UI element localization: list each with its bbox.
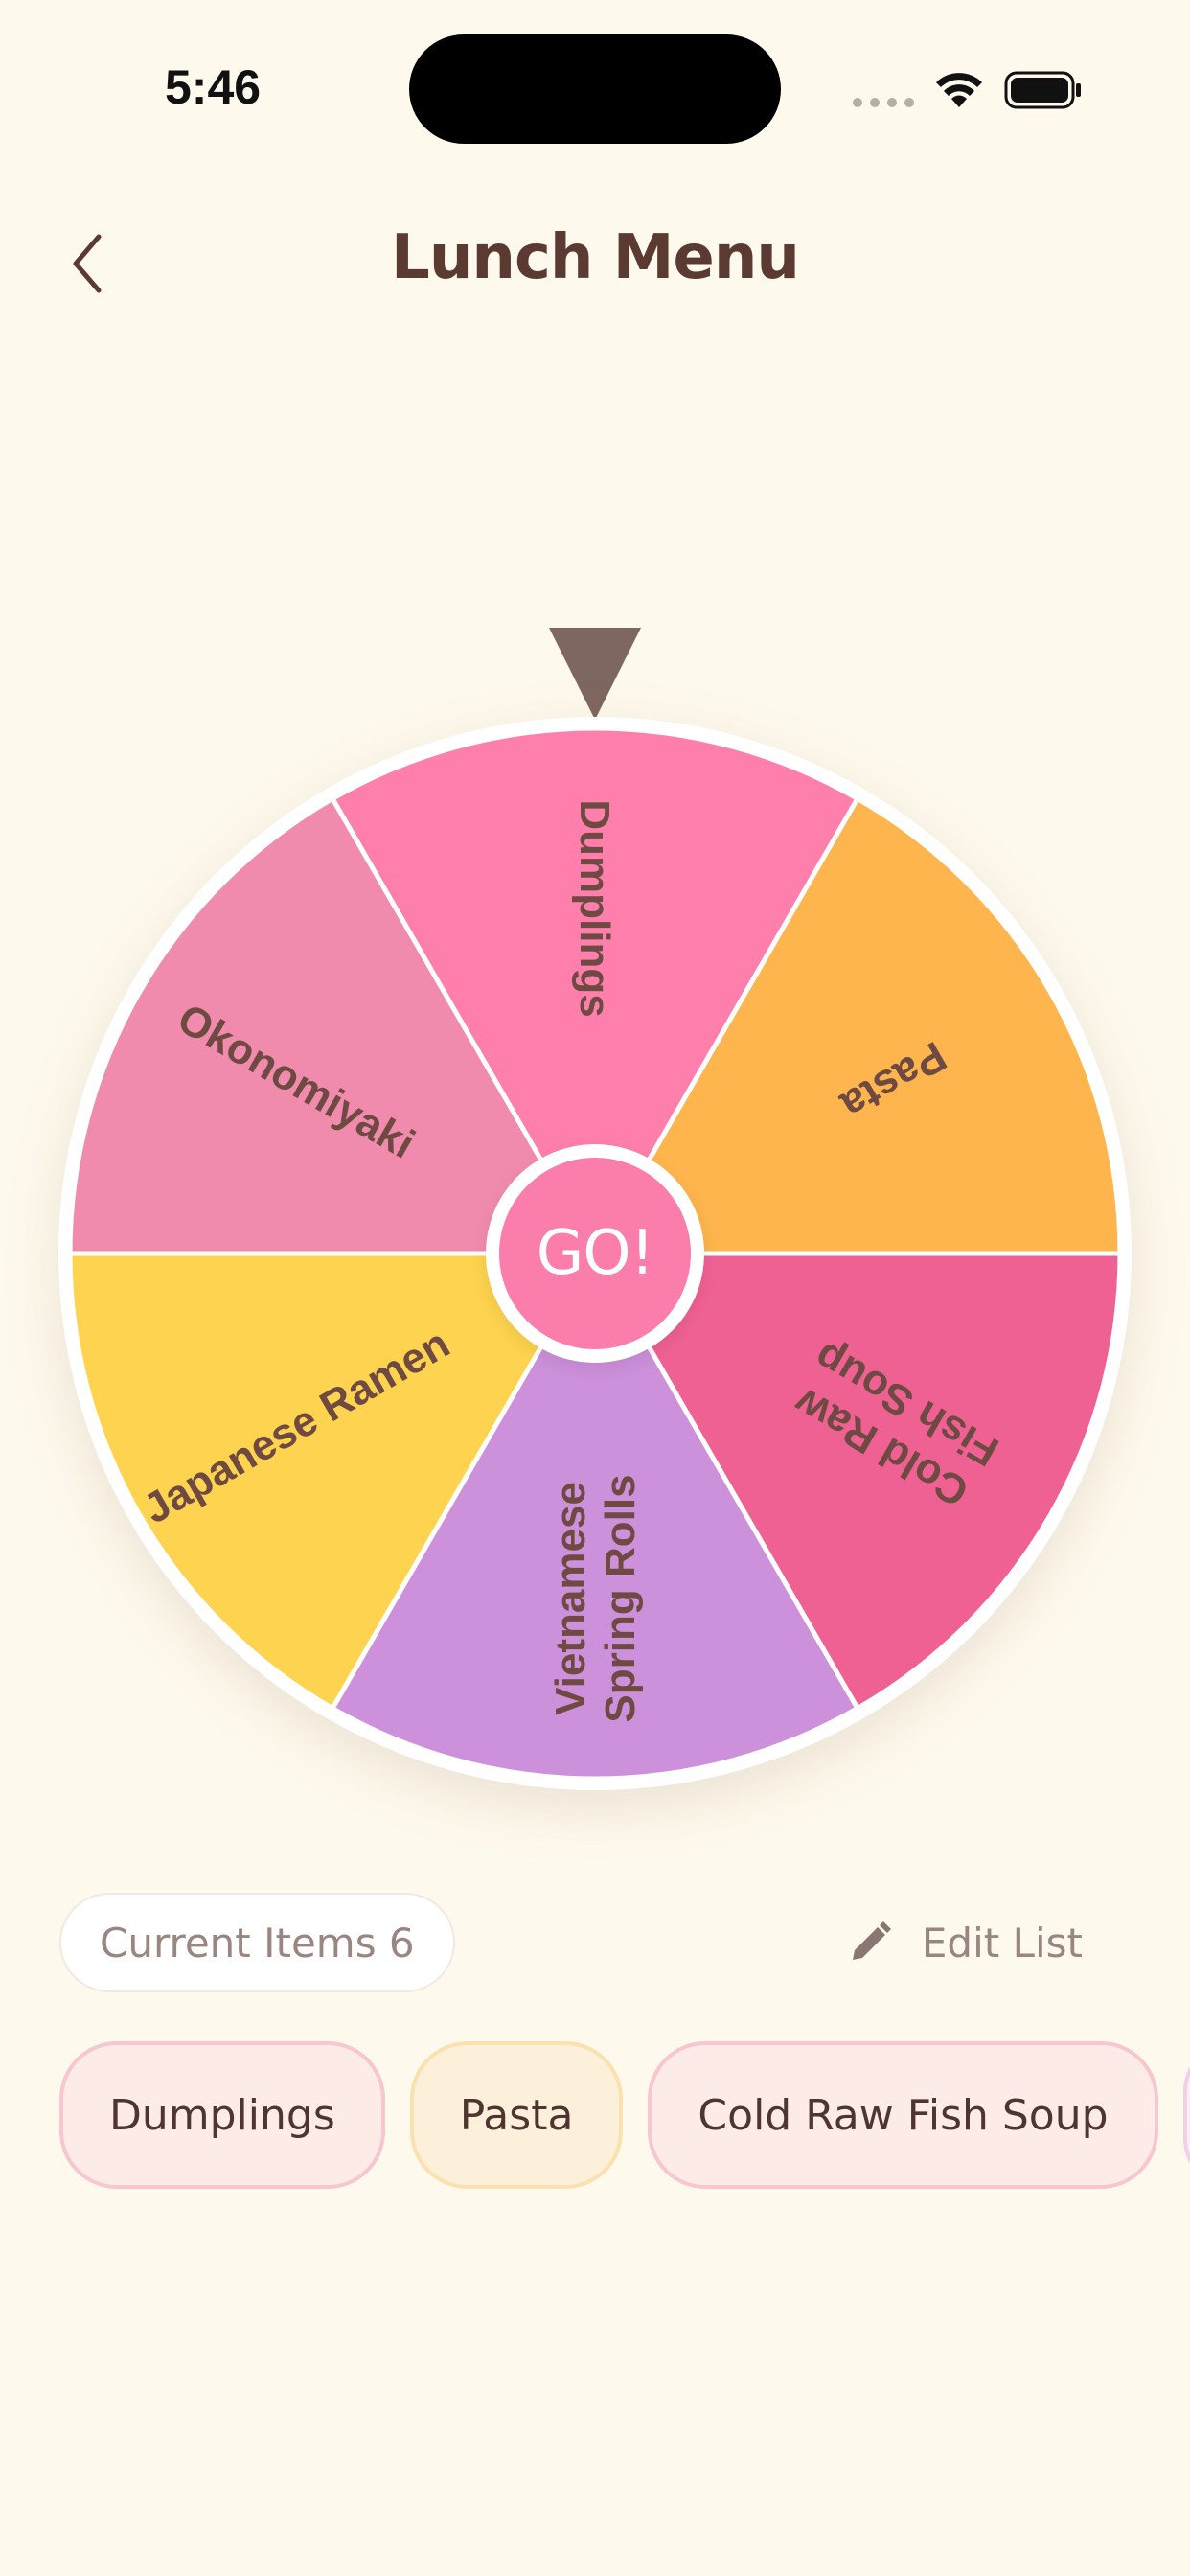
info-row: Current Items 6 Edit List (0, 1893, 1190, 1998)
item-chip-cold-raw-fish-soup[interactable]: Cold Raw Fish Soup (648, 2041, 1158, 2189)
battery-icon (1004, 71, 1081, 109)
status-bar: 5:46 (0, 0, 1190, 182)
edit-list-label: Edit List (921, 1919, 1083, 1966)
item-chip-partial[interactable] (1182, 2041, 1190, 2189)
item-chip-pasta[interactable]: Pasta (409, 2041, 624, 2189)
dynamic-island (409, 34, 781, 144)
wheel-pointer-icon (549, 628, 641, 720)
edit-list-button[interactable]: Edit List (847, 1893, 1083, 1992)
wheel-segment-label: Dumplings (571, 799, 618, 1017)
items-chip-list: Dumplings Pasta Cold Raw Fish Soup (59, 2041, 1190, 2195)
item-chip-dumplings[interactable]: Dumplings (59, 2041, 385, 2189)
go-label: GO! (499, 1158, 691, 1349)
go-button[interactable]: GO! (486, 1144, 704, 1363)
wifi-icon (936, 73, 982, 107)
pencil-icon (852, 1921, 891, 1960)
cellular-signal-icon (853, 98, 914, 107)
status-time: 5:46 (165, 60, 262, 114)
current-items-badge: Current Items 6 (59, 1893, 455, 1992)
page-title: Lunch Menu (391, 222, 800, 293)
navigation-bar: Lunch Menu (0, 201, 1190, 326)
